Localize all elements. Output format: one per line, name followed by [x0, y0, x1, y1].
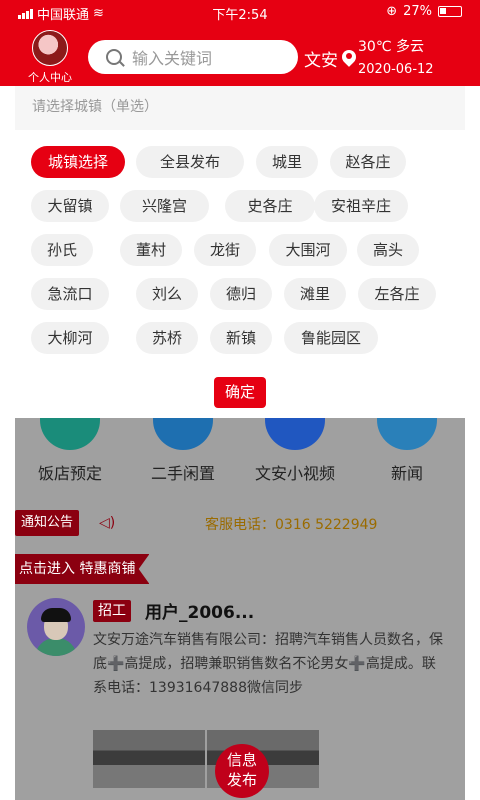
speaker-icon: ◁)	[99, 515, 116, 531]
notice-bar[interactable]: 通知公告 ◁) 客服电话：0316 5222949	[15, 510, 465, 536]
town-chip[interactable]: 史各庄	[225, 190, 315, 222]
town-chip[interactable]: 德归	[210, 278, 272, 310]
search-placeholder: 输入关键词	[132, 49, 213, 68]
town-chip[interactable]: 龙街	[194, 234, 256, 266]
publish-label-line1: 信息	[226, 751, 257, 769]
town-chip[interactable]: 孙氏	[31, 234, 93, 266]
confirm-button[interactable]: 确定	[214, 377, 266, 408]
user-center-button[interactable]: 个人中心	[22, 30, 78, 85]
town-chip[interactable]: 高头	[357, 234, 419, 266]
quick-link-second-hand[interactable]: 二手闲置	[128, 418, 238, 484]
search-icon	[106, 49, 122, 65]
notice-tag: 通知公告	[15, 510, 80, 536]
quick-link-short-video[interactable]: 文安小视频	[240, 418, 350, 484]
publish-label-line2: 发布	[226, 771, 257, 789]
restaurant-icon	[40, 418, 100, 450]
search-input[interactable]: 输入关键词	[88, 40, 298, 74]
town-chip[interactable]: 董村	[120, 234, 182, 266]
battery-icon	[438, 6, 462, 17]
post-photo[interactable]	[93, 730, 205, 788]
city-selector[interactable]: 文安	[304, 46, 356, 71]
battery-percent: 27%	[403, 4, 432, 19]
post-avatar[interactable]	[27, 598, 85, 656]
town-chip[interactable]: 滩里	[284, 278, 346, 310]
weather-text: 30℃ 多云	[358, 39, 424, 55]
town-chip[interactable]: 急流口	[31, 278, 109, 310]
town-chip[interactable]: 大留镇	[31, 190, 109, 222]
news-icon	[377, 418, 437, 450]
special-shops-banner[interactable]: 点击进入 特惠商铺	[15, 554, 150, 584]
post-category-badge: 招工	[93, 600, 131, 622]
short-video-icon	[265, 418, 325, 450]
user-center-label: 个人中心	[28, 71, 72, 84]
quick-link-label: 文安小视频	[254, 464, 335, 483]
town-chip[interactable]: 城里	[256, 146, 318, 178]
town-chip[interactable]: 大围河	[269, 234, 347, 266]
town-chip[interactable]: 鲁能园区	[284, 322, 378, 354]
page-content-dimmed: 饭店预定 二手闲置 文安小视频 新闻 通知公告 ◁) 客服电话：0316 522…	[0, 418, 480, 800]
second-hand-icon	[153, 418, 213, 450]
weather-widget: 30℃ 多云 2020-06-12	[358, 36, 468, 77]
city-label: 文安	[304, 51, 338, 71]
post-text: 文安万途汽车销售有限公司：招聘汽车销售人员数名，保底➕高提成，招聘兼职销售数名不…	[93, 632, 443, 696]
town-panel-hint: 请选择城镇（单选）	[15, 86, 465, 130]
town-chip[interactable]: 赵各庄	[330, 146, 406, 178]
quick-link-news[interactable]: 新闻	[352, 418, 462, 484]
weather-date: 2020-06-12	[358, 62, 434, 77]
post-username: 用户_2006...	[145, 603, 255, 623]
quick-link-label: 二手闲置	[150, 464, 215, 483]
avatar[interactable]	[32, 30, 68, 66]
quick-link-label: 饭店预定	[37, 464, 102, 483]
orientation-lock-icon: ⊕	[386, 4, 398, 19]
town-chip[interactable]: 左各庄	[358, 278, 436, 310]
service-phone[interactable]: 客服电话：0316 5222949	[205, 514, 377, 534]
town-chip[interactable]: 全县发布	[136, 146, 244, 178]
page-margin-left	[0, 418, 15, 800]
quick-link-label: 新闻	[390, 464, 423, 483]
town-chip[interactable]: 大柳河	[31, 322, 109, 354]
town-selection-panel: 请选择城镇（单选） 城镇选择 全县发布 城里 赵各庄 大留镇 兴隆宫 史各庄 安…	[15, 86, 465, 418]
town-chip[interactable]: 刘么	[136, 278, 198, 310]
town-chip[interactable]: 新镇	[210, 322, 272, 354]
location-pin-icon	[342, 50, 356, 68]
town-chip[interactable]: 苏桥	[136, 322, 198, 354]
publish-info-button[interactable]: 信息 发布	[215, 744, 269, 798]
app-header: 个人中心 输入关键词 文安 30℃ 多云 2020-06-12	[0, 24, 480, 86]
town-chip[interactable]: 安祖辛庄	[314, 190, 408, 222]
status-bar: 中国联通 ≋ 下午2:54 ⊕ 27%	[0, 0, 480, 24]
quick-link-restaurant[interactable]: 饭店预定	[15, 418, 125, 484]
town-chip-selected[interactable]: 城镇选择	[31, 146, 125, 178]
town-chip[interactable]: 兴隆宫	[120, 190, 209, 222]
page-margin-right	[465, 418, 480, 800]
